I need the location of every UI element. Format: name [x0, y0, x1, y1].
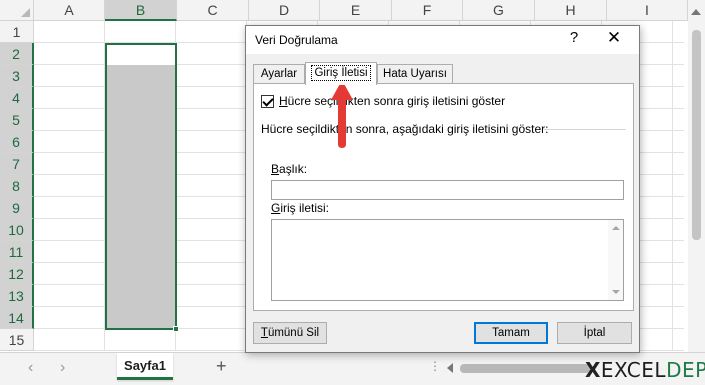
logo-x: X: [585, 358, 601, 382]
column-header-h[interactable]: H: [535, 0, 607, 21]
column-header-a[interactable]: A: [34, 0, 105, 21]
show-input-message-option[interactable]: Hücre seçildikten sonra giriş iletisini …: [261, 93, 505, 109]
scroll-up-icon[interactable]: [612, 226, 620, 230]
column-header-b[interactable]: B: [105, 0, 177, 21]
row-header-11[interactable]: 11: [0, 241, 34, 263]
add-sheet-button[interactable]: +: [216, 356, 227, 377]
scroll-left-arrow-icon[interactable]: [447, 363, 453, 373]
tab-input-message[interactable]: Giriş İletisi: [305, 62, 377, 85]
data-validation-dialog: Veri Doğrulama ? ✕ Ayarlar Giriş İletisi…: [245, 25, 640, 353]
message-scrollbar[interactable]: [608, 220, 623, 300]
row-header-8[interactable]: 8: [0, 175, 34, 197]
row-header-4[interactable]: 4: [0, 87, 34, 109]
column-header-i[interactable]: I: [607, 0, 688, 21]
row-header-2[interactable]: 2: [0, 43, 34, 65]
row-header-13[interactable]: 13: [0, 285, 34, 307]
title-input[interactable]: [271, 180, 624, 200]
prev-sheet-arrow-icon[interactable]: ‹: [28, 359, 33, 377]
tab-input-message-label: Giriş İletisi: [311, 65, 371, 81]
excel-depo-logo: XEXCELDEPO: [585, 358, 705, 384]
row-header-10[interactable]: 10: [0, 219, 34, 241]
row-header-7[interactable]: 7: [0, 153, 34, 175]
vertical-scrollbar[interactable]: [688, 0, 705, 352]
clear-all-button[interactable]: Tümünü Sil: [253, 322, 327, 344]
group-label: Hücre seçildikten sonra, aşağıdaki giriş…: [261, 122, 549, 136]
scroll-up-arrow-icon[interactable]: [691, 9, 701, 15]
fill-handle[interactable]: [173, 326, 179, 332]
vertical-scroll-thumb[interactable]: [692, 30, 701, 240]
row-header-12[interactable]: 12: [0, 263, 34, 285]
row-header-9[interactable]: 9: [0, 197, 34, 219]
logo-excel: EXCEL: [600, 358, 667, 382]
horizontal-scroll-thumb[interactable]: [460, 364, 590, 373]
column-header-d[interactable]: D: [249, 0, 320, 21]
close-button[interactable]: ✕: [603, 28, 625, 48]
row-header-5[interactable]: 5: [0, 109, 34, 131]
show-input-message-label: Hücre seçildikten sonra giriş iletisini …: [279, 94, 506, 108]
column-header-c[interactable]: C: [177, 0, 249, 21]
select-all-corner[interactable]: [0, 0, 34, 21]
message-textarea[interactable]: [271, 219, 624, 301]
row-header-6[interactable]: 6: [0, 131, 34, 153]
tab-settings[interactable]: Ayarlar: [253, 64, 305, 84]
selected-range-b2-b14[interactable]: [105, 43, 177, 330]
show-input-message-checkbox[interactable]: [261, 94, 274, 108]
title-field-label: Başlık:: [271, 162, 308, 176]
message-field-label: Giriş iletisi:: [271, 201, 330, 215]
input-message-panel: Hücre seçildikten sonra giriş iletisini …: [253, 83, 634, 311]
active-cell-b2[interactable]: [107, 45, 175, 65]
ok-button[interactable]: Tamam: [474, 322, 548, 344]
column-header-e[interactable]: E: [320, 0, 392, 21]
dialog-title: Veri Doğrulama: [255, 33, 338, 47]
column-header-g[interactable]: G: [463, 0, 535, 21]
help-button[interactable]: ?: [564, 29, 584, 46]
scroll-down-icon[interactable]: [612, 290, 620, 294]
dialog-titlebar[interactable]: Veri Doğrulama ? ✕: [246, 26, 639, 54]
logo-depo: DEPO: [666, 358, 705, 382]
column-header-f[interactable]: F: [392, 0, 463, 21]
sheet-tab-sayfa1[interactable]: Sayfa1: [117, 353, 173, 380]
row-header-14[interactable]: 14: [0, 307, 34, 329]
red-arrow-annotation-icon: [331, 80, 353, 148]
next-sheet-arrow-icon[interactable]: ›: [60, 359, 65, 377]
tab-splitter-icon[interactable]: ⋮: [429, 359, 441, 373]
row-header-3[interactable]: 3: [0, 65, 34, 87]
row-header-1[interactable]: 1: [0, 21, 34, 43]
tab-error-alert[interactable]: Hata Uyarısı: [377, 64, 453, 84]
group-divider: [544, 129, 626, 130]
row-header-15[interactable]: 15: [0, 329, 34, 351]
cancel-button[interactable]: İptal: [557, 322, 632, 344]
